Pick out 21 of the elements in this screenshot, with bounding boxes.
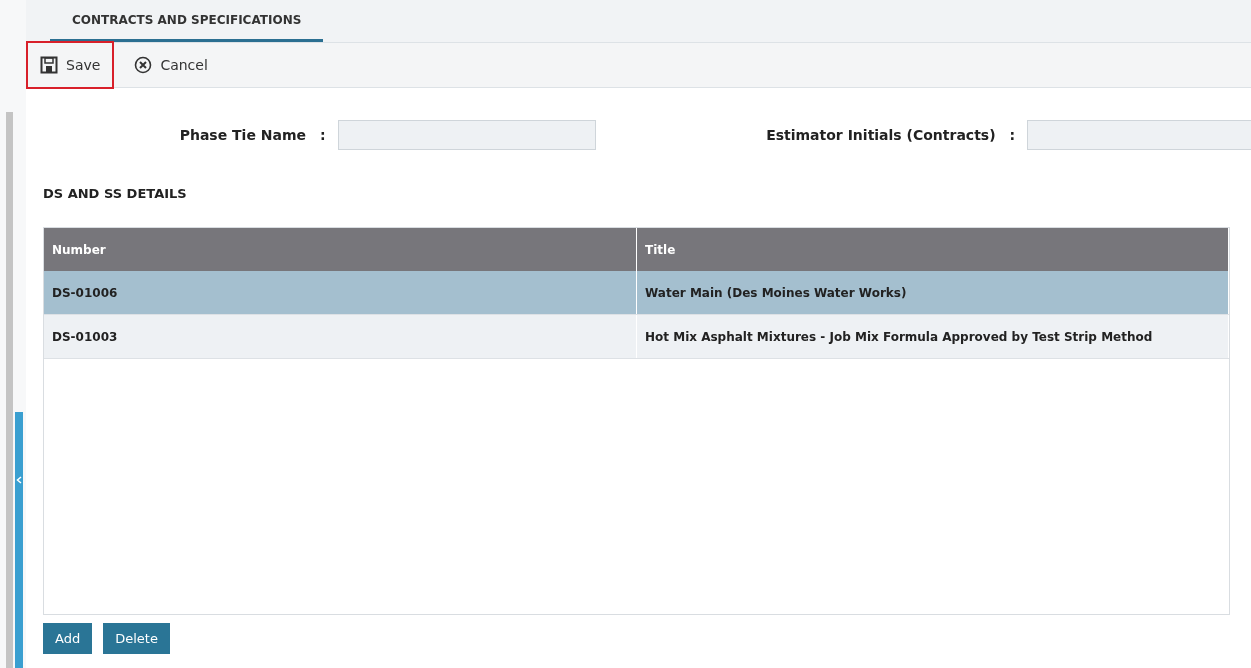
- table-cell: DS-01006: [44, 271, 637, 314]
- table-cell: Water Main (Des Moines Water Works): [637, 271, 1229, 314]
- table-cell: Hot Mix Asphalt Mixtures - Job Mix Formula Approved by Test Strip Method: [637, 315, 1229, 358]
- field-label: Estimator Initials (Contracts): [765, 127, 996, 143]
- input-field[interactable]: [1027, 120, 1251, 150]
- input-field[interactable]: [337, 120, 596, 150]
- label-colon: :: [320, 127, 326, 143]
- table-row[interactable]: DS-01003 Hot Mix Asphalt Mixtures - Job Mix Formula Approved by Test Strip Method: [44, 315, 1229, 359]
- label-colon: :: [1009, 127, 1016, 143]
- cancel-button[interactable]: Cancel: [120, 41, 222, 89]
- cancel-icon: [134, 56, 153, 74]
- add-button[interactable]: Add: [43, 623, 93, 654]
- collapse-handle[interactable]: [15, 412, 23, 668]
- field-label: Phase Tie Name: [178, 127, 306, 143]
- save-button[interactable]: Save: [26, 41, 115, 89]
- table-row[interactable]: DS-01006 Water Main (Des Moines Water Works): [44, 271, 1229, 315]
- save-icon: [40, 56, 58, 74]
- delete-button[interactable]: Delete: [103, 623, 170, 654]
- table-cell: DS-01003: [44, 315, 637, 358]
- section-title: DS AND SS DETAILS: [43, 186, 188, 201]
- chevron-left-icon: [16, 476, 22, 484]
